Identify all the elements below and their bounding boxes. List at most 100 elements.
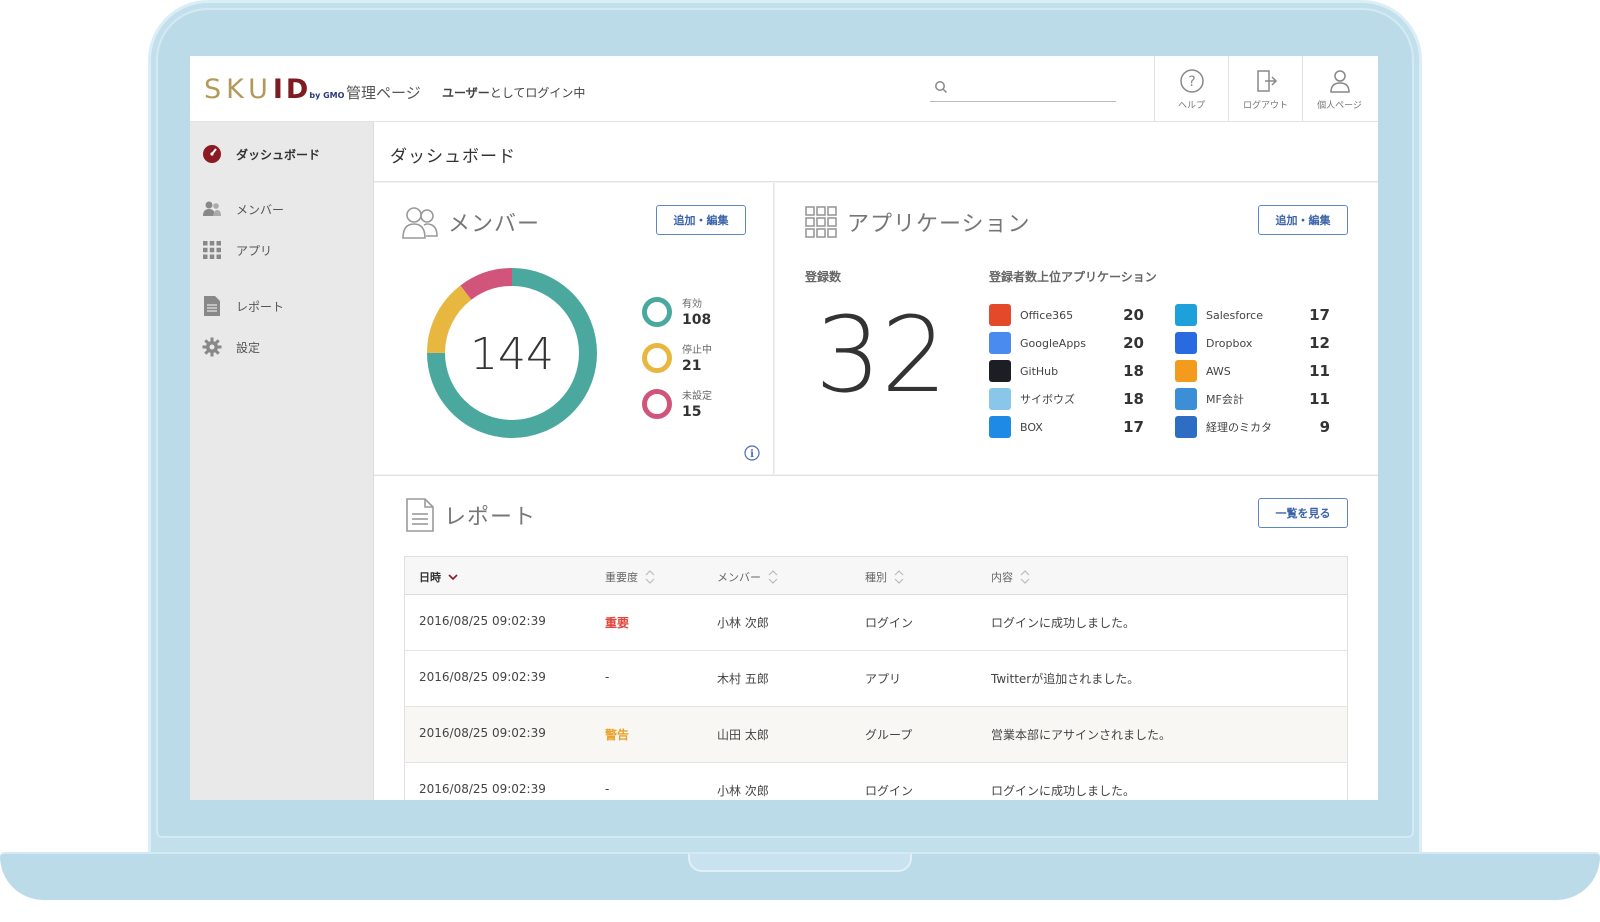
- app-user-count: 18: [1123, 362, 1144, 380]
- admin-page-label: 管理ページ: [346, 84, 421, 102]
- sidebar-item-apps[interactable]: アプリ: [202, 238, 362, 262]
- page-title: ダッシュボード: [390, 147, 516, 167]
- cell-datetime: 2016/08/25 09:02:39: [419, 726, 546, 740]
- cell-severity: -: [605, 670, 610, 684]
- cell-type: ログイン: [865, 616, 914, 630]
- report-icon: [406, 498, 434, 532]
- legend-ring-active: [642, 296, 672, 327]
- apps-grid-icon: [202, 240, 222, 260]
- table-row[interactable]: 2016/08/25 09:02:39 - 木村 五郎 アプリ Twitterが追加され…: [405, 651, 1347, 707]
- profile-button[interactable]: 個人ページ: [1302, 56, 1376, 122]
- apps-grid-icon: [805, 206, 837, 238]
- app-logo-icon: [989, 416, 1011, 438]
- person-icon: [1329, 70, 1350, 93]
- app-name: サイボウズ: [1020, 393, 1075, 406]
- sidebar: ダッシュボード メンバー アプリ レポート 設定: [190, 122, 374, 800]
- app-name: Dropbox: [1206, 336, 1253, 350]
- sidebar-item-settings[interactable]: 設定: [202, 335, 362, 359]
- members-icon: [202, 199, 222, 219]
- report-panel: レポート 一覧を見る 日時 重要度 メンバー 種別 内容 2016/08/25 …: [374, 475, 1378, 800]
- legend-ring-suspended: [642, 342, 672, 373]
- sort-icon: [894, 570, 904, 584]
- cell-member: 木村 五郎: [717, 672, 769, 686]
- sidebar-item-dashboard[interactable]: ダッシュボード: [202, 142, 362, 166]
- dashboard-icon: [202, 144, 222, 164]
- top-app-row[interactable]: GoogleApps 20: [989, 331, 1144, 355]
- cell-severity: 警告: [605, 728, 630, 742]
- svg-text:?: ?: [1188, 74, 1195, 90]
- report-icon: [202, 296, 222, 316]
- sidebar-item-report[interactable]: レポート: [202, 294, 362, 318]
- app-user-count: 17: [1309, 306, 1330, 324]
- cell-content: Twitterが追加されました。: [991, 672, 1140, 686]
- cell-member: 小林 次郎: [717, 784, 769, 798]
- top-app-row[interactable]: Office365 20: [989, 303, 1144, 327]
- members-edit-button[interactable]: 追加・編集: [656, 205, 746, 235]
- app-logo-icon: [1175, 416, 1197, 438]
- members-panel-header: メンバー: [402, 205, 540, 239]
- column-severity[interactable]: 重要度: [605, 569, 656, 585]
- help-button[interactable]: ? ヘルプ: [1154, 56, 1228, 122]
- top-app-row[interactable]: AWS 11: [1175, 359, 1330, 383]
- view-all-button[interactable]: 一覧を見る: [1258, 498, 1348, 528]
- laptop-notch: [688, 854, 912, 872]
- report-title: レポート: [444, 505, 537, 530]
- info-icon[interactable]: i: [744, 445, 760, 461]
- column-datetime[interactable]: 日時: [419, 569, 459, 585]
- app-name: AWS: [1206, 364, 1231, 378]
- applications-edit-button[interactable]: 追加・編集: [1258, 205, 1348, 235]
- app-name: GitHub: [1020, 364, 1059, 378]
- column-type[interactable]: 種別: [865, 569, 905, 585]
- report-table-header: 日時 重要度 メンバー 種別 内容: [405, 557, 1347, 595]
- page-title-bar: ダッシュボード: [374, 122, 1378, 182]
- registered-count-label: 登録数: [805, 270, 842, 284]
- cell-member: 山田 太郎: [717, 728, 769, 742]
- applications-panel-header: アプリケーション: [805, 206, 1031, 238]
- cell-type: ログイン: [865, 784, 914, 798]
- top-app-row[interactable]: サイボウズ 18: [989, 387, 1144, 411]
- applications-title: アプリケーション: [847, 212, 1031, 237]
- app-user-count: 20: [1123, 334, 1144, 352]
- sort-icon: [1020, 570, 1030, 584]
- app-user-count: 11: [1309, 362, 1330, 380]
- top-apps-label: 登録者数上位アプリケーション: [989, 270, 1157, 284]
- cell-severity: 重要: [605, 616, 630, 630]
- header: SKUIDby GMO 管理ページ ユーザーとしてログイン中 ? ヘルプ ログア…: [190, 56, 1378, 122]
- table-row[interactable]: 2016/08/25 09:02:39 警告 山田 太郎 グループ 営業本部にアサインさ…: [405, 707, 1347, 763]
- top-app-row[interactable]: MF会計 11: [1175, 387, 1330, 411]
- registered-count: 32: [815, 294, 948, 416]
- legend-unset: 未設定 15: [642, 387, 712, 420]
- top-app-row[interactable]: GitHub 18: [989, 359, 1144, 383]
- top-app-row[interactable]: Dropbox 12: [1175, 331, 1330, 355]
- login-status: ユーザーとしてログイン中: [442, 86, 586, 100]
- top-app-row[interactable]: BOX 17: [989, 415, 1144, 439]
- app-logo-icon: [989, 304, 1011, 326]
- sidebar-item-members[interactable]: メンバー: [202, 197, 362, 221]
- members-panel: メンバー 追加・編集 144 有効 108 停止中 21 未設定 15 i: [374, 183, 774, 474]
- svg-text:i: i: [750, 449, 754, 460]
- skuid-logo[interactable]: SKUIDby GMO: [204, 74, 344, 105]
- sort-icon: [645, 570, 655, 584]
- app-name: Salesforce: [1206, 308, 1263, 322]
- sort-desc-icon: [448, 574, 458, 581]
- top-app-row[interactable]: 経理のミカタ 9: [1175, 415, 1330, 439]
- cell-datetime: 2016/08/25 09:02:39: [419, 670, 546, 684]
- gear-icon: [202, 337, 222, 357]
- app-logo-icon: [989, 332, 1011, 354]
- logout-button[interactable]: ログアウト: [1228, 56, 1302, 122]
- table-row[interactable]: 2016/08/25 09:02:39 - 小林 次郎 ログイン ログインに成功しました…: [405, 763, 1347, 800]
- app-user-count: 20: [1123, 306, 1144, 324]
- table-row[interactable]: 2016/08/25 09:02:39 重要 小林 次郎 ログイン ログインに成功しまし…: [405, 595, 1347, 651]
- column-content[interactable]: 内容: [991, 569, 1031, 585]
- cell-type: グループ: [865, 728, 913, 742]
- search-input[interactable]: [954, 78, 1110, 98]
- app-logo-icon: [989, 388, 1011, 410]
- top-app-row[interactable]: Salesforce 17: [1175, 303, 1330, 327]
- app-name: GoogleApps: [1020, 336, 1087, 350]
- logout-icon: [1256, 70, 1277, 92]
- cell-content: ログインに成功しました。: [991, 784, 1136, 798]
- report-table: 日時 重要度 メンバー 種別 内容 2016/08/25 09:02:39 重要…: [404, 556, 1348, 800]
- cell-member: 小林 次郎: [717, 616, 769, 630]
- cell-datetime: 2016/08/25 09:02:39: [419, 782, 546, 796]
- column-member[interactable]: メンバー: [717, 569, 779, 585]
